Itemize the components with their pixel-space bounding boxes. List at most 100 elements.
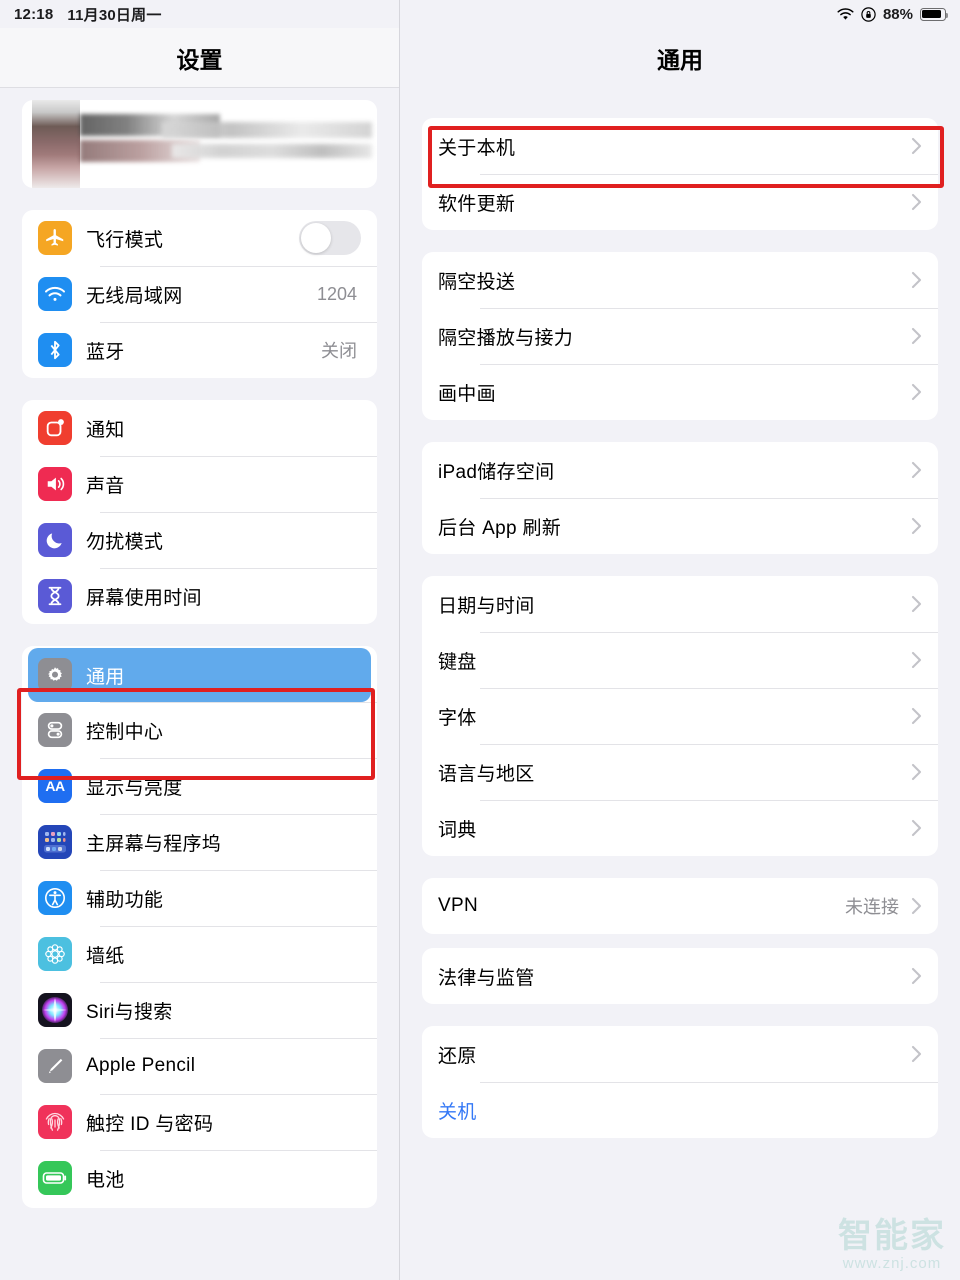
- detail-item-airplay-handoff[interactable]: 隔空播放与接力: [422, 308, 938, 364]
- bluetooth-value: 关闭: [321, 341, 357, 361]
- detail-item-reset[interactable]: 还原: [422, 1026, 938, 1082]
- sidebar-item-general[interactable]: 通用: [28, 648, 371, 702]
- notification-icon: [38, 411, 72, 445]
- avatar: [32, 100, 80, 188]
- chevron-right-icon: [911, 707, 922, 725]
- detail-item-label: VPN: [438, 895, 478, 916]
- sidebar-group-notifications: 通知 声音 勿扰模式 屏幕使用时间: [22, 400, 377, 624]
- detail-item-date-time[interactable]: 日期与时间: [422, 576, 938, 632]
- rotation-lock-icon: [861, 6, 876, 22]
- sidebar-item-label: 飞行模式: [86, 229, 164, 251]
- detail-item-background-app-refresh[interactable]: 后台 App 刷新: [422, 498, 938, 554]
- detail-item-dictionary[interactable]: 词典: [422, 800, 938, 856]
- siri-icon: [38, 993, 72, 1027]
- detail-item-fonts[interactable]: 字体: [422, 688, 938, 744]
- sidebar-item-label: 电池: [86, 1169, 125, 1191]
- sidebar-item-bluetooth[interactable]: 蓝牙 关闭: [22, 322, 377, 378]
- settings-sidebar[interactable]: 设置 飞行模式 无线局域网 1204 蓝牙 关闭 通知 声音 勿扰模式 屏幕使用…: [0, 0, 400, 1280]
- sidebar-item-label: 无线局域网: [86, 285, 183, 307]
- general-settings-pane[interactable]: 通用 关于本机 软件更新 隔空投送 隔空播放与接力 画中画 iPad储存空间 后…: [400, 0, 960, 1280]
- detail-item-ipad-storage[interactable]: iPad储存空间: [422, 442, 938, 498]
- sidebar-item-wallpaper[interactable]: 墙纸: [22, 926, 377, 982]
- chevron-right-icon: [911, 517, 922, 535]
- status-date: 11月30日周一: [67, 6, 162, 24]
- chevron-right-icon: [911, 595, 922, 613]
- battery-icon: [920, 7, 949, 21]
- chevron-right-icon: [911, 897, 922, 915]
- detail-item-label: 隔空投送: [438, 271, 516, 293]
- home-screen-icon: [38, 825, 72, 859]
- detail-item-keyboard[interactable]: 键盘: [422, 632, 938, 688]
- chevron-right-icon: [911, 763, 922, 781]
- sidebar-item-label: 屏幕使用时间: [86, 587, 202, 609]
- chevron-right-icon: [911, 137, 922, 155]
- detail-item-label: 字体: [438, 707, 477, 729]
- sidebar-item-label: 声音: [86, 475, 125, 497]
- detail-group-sharing: 隔空投送 隔空播放与接力 画中画: [422, 252, 938, 420]
- sidebar-item-display-brightness[interactable]: AA 显示与亮度: [22, 758, 377, 814]
- chevron-right-icon: [911, 327, 922, 345]
- chevron-right-icon: [911, 461, 922, 479]
- detail-item-airdrop[interactable]: 隔空投送: [422, 252, 938, 308]
- chevron-right-icon: [911, 819, 922, 837]
- gear-icon: [38, 658, 72, 692]
- detail-group-reset: 还原 关机: [422, 1026, 938, 1138]
- sidebar-item-home-screen[interactable]: 主屏幕与程序坞: [22, 814, 377, 870]
- status-bar-left: 12:18 11月30日周一: [14, 4, 162, 25]
- sidebar-item-accessibility[interactable]: 辅助功能: [22, 870, 377, 926]
- battery-percent: 88%: [882, 5, 913, 23]
- sidebar-item-label: 通用: [86, 666, 125, 688]
- detail-item-label: 软件更新: [438, 193, 516, 215]
- sidebar-item-apple-pencil[interactable]: Apple Pencil: [22, 1038, 377, 1094]
- airplane-mode-toggle[interactable]: [299, 221, 361, 255]
- moon-icon: [38, 523, 72, 557]
- detail-item-language-region[interactable]: 语言与地区: [422, 744, 938, 800]
- sidebar-item-label: 显示与亮度: [86, 777, 183, 799]
- accessibility-icon: [38, 881, 72, 915]
- chevron-right-icon: [911, 271, 922, 289]
- sidebar-group-system: 通用 控制中心 AA 显示与亮度 主屏幕与程序坞 辅助功能 墙纸 Siri与搜索…: [22, 646, 377, 1208]
- account-subtext2-blur: [172, 144, 372, 158]
- detail-title: 通用: [657, 47, 703, 73]
- vpn-status: 未连接: [845, 897, 899, 917]
- sidebar-item-touch-id[interactable]: 触控 ID 与密码: [22, 1094, 377, 1150]
- detail-item-software-update[interactable]: 软件更新: [422, 174, 938, 230]
- detail-item-label: 语言与地区: [438, 763, 535, 785]
- wallpaper-icon: [38, 937, 72, 971]
- sidebar-item-label: 触控 ID 与密码: [86, 1113, 214, 1135]
- airplane-icon: [38, 221, 72, 255]
- detail-item-about[interactable]: 关于本机: [422, 118, 938, 174]
- detail-item-label: 关机: [438, 1101, 477, 1123]
- sidebar-item-label: 墙纸: [86, 945, 125, 967]
- sidebar-item-airplane-mode[interactable]: 飞行模式: [22, 210, 377, 266]
- status-bar-right: 88%: [837, 5, 949, 23]
- sidebar-item-siri-search[interactable]: Siri与搜索: [22, 982, 377, 1038]
- chevron-right-icon: [911, 651, 922, 669]
- account-card[interactable]: [22, 100, 377, 188]
- sidebar-item-wifi[interactable]: 无线局域网 1204: [22, 266, 377, 322]
- sidebar-item-sounds[interactable]: 声音: [22, 456, 377, 512]
- bluetooth-icon: [38, 333, 72, 367]
- sidebar-item-control-center[interactable]: 控制中心: [22, 702, 377, 758]
- wifi-icon: [38, 277, 72, 311]
- sidebar-item-do-not-disturb[interactable]: 勿扰模式: [22, 512, 377, 568]
- detail-item-shutdown[interactable]: 关机: [422, 1082, 938, 1138]
- detail-item-picture-in-picture[interactable]: 画中画: [422, 364, 938, 420]
- detail-item-label: iPad储存空间: [438, 461, 555, 483]
- detail-item-vpn[interactable]: VPN 未连接: [422, 878, 938, 934]
- sidebar-item-battery[interactable]: 电池: [22, 1150, 377, 1206]
- chevron-right-icon: [911, 1045, 922, 1063]
- sidebar-item-label: Apple Pencil: [86, 1055, 196, 1076]
- detail-item-legal-regulatory[interactable]: 法律与监管: [422, 948, 938, 1004]
- sidebar-item-notifications[interactable]: 通知: [22, 400, 377, 456]
- sidebar-item-screen-time[interactable]: 屏幕使用时间: [22, 568, 377, 624]
- sidebar-title: 设置: [0, 28, 399, 88]
- detail-group-vpn: VPN 未连接: [422, 878, 938, 934]
- display-icon: AA: [38, 769, 72, 803]
- detail-item-label: 隔空播放与接力: [438, 327, 574, 349]
- sidebar-group-network: 飞行模式 无线局域网 1204 蓝牙 关闭: [22, 210, 377, 378]
- account-subtext-blur: [162, 122, 372, 138]
- sound-icon: [38, 467, 72, 501]
- touchid-icon: [38, 1105, 72, 1139]
- ipad-settings-screen: 12:18 11月30日周一 88% 设置 飞行模式 无线局域网 1204 蓝牙…: [0, 0, 960, 1280]
